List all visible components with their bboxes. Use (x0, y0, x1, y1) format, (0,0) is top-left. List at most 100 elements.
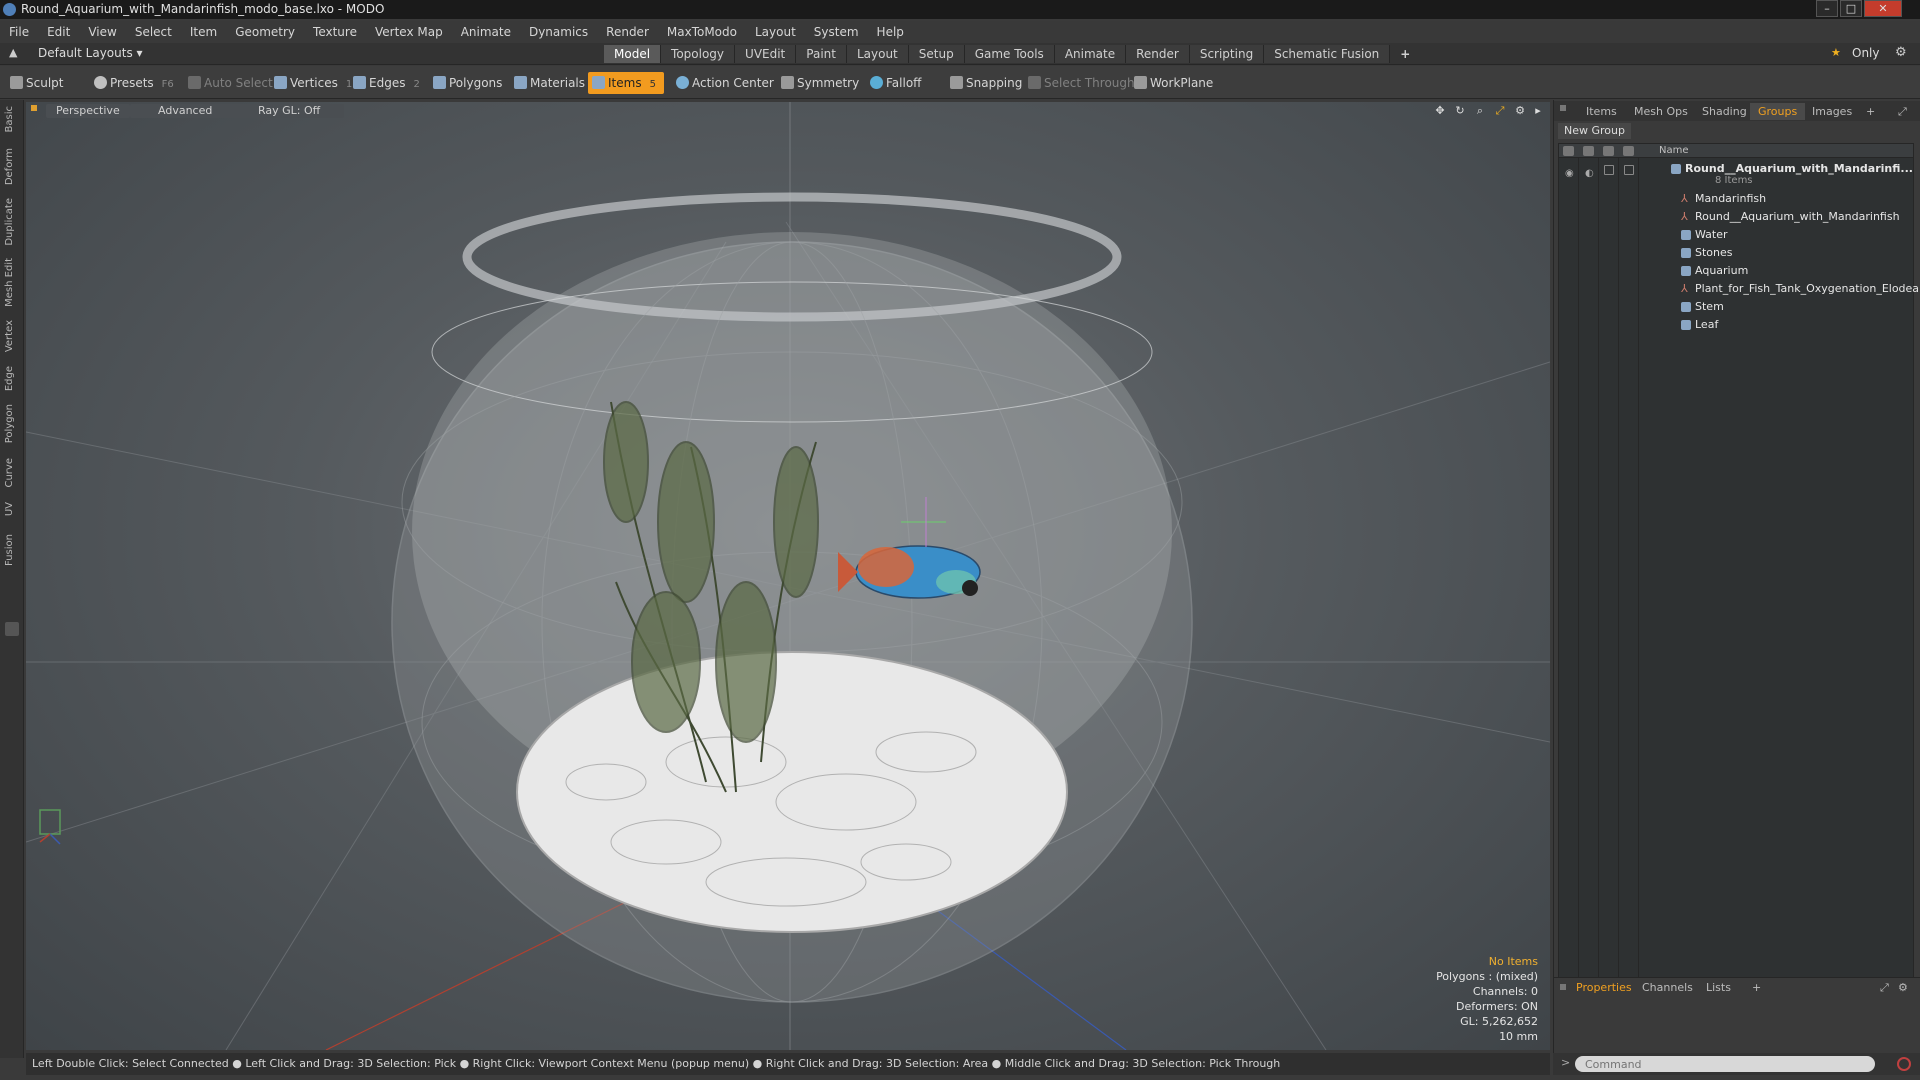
tab-schematic-fusion[interactable]: Schematic Fusion (1264, 45, 1391, 63)
vtab-deform[interactable]: Deform (4, 148, 20, 185)
eye-icon[interactable]: ◉ (1565, 165, 1574, 183)
menu-edit[interactable]: Edit (38, 21, 79, 43)
only-toggle[interactable]: Only (1852, 46, 1880, 60)
properties-expand-icon[interactable]: ⤢ (1880, 981, 1889, 995)
vtab-edge[interactable]: Edge (4, 366, 20, 391)
layout-collapse-icon[interactable]: ▲ (9, 46, 17, 59)
select-through-button[interactable]: Select Through (1024, 72, 1135, 94)
tab-channels[interactable]: Channels (1642, 981, 1693, 994)
group-row[interactable]: ◉ ◐ Round__Aquarium_with_Mandarinfi... 8… (1559, 160, 1913, 188)
menu-file[interactable]: File (0, 21, 38, 43)
list-item[interactable]: Stones (1559, 244, 1913, 262)
properties-gear-icon[interactable]: ⚙ (1898, 981, 1908, 994)
tab-images[interactable]: Images (1804, 103, 1860, 120)
snapping-button[interactable]: Snapping (946, 72, 1022, 94)
vtab-vertex[interactable]: Vertex (4, 320, 20, 352)
tab-mesh-ops[interactable]: Mesh Ops (1626, 103, 1696, 120)
vtab-mesh-edit[interactable]: Mesh Edit (4, 258, 20, 307)
maximize-button[interactable]: □ (1840, 0, 1862, 17)
edges-button[interactable]: Edges 2 (349, 72, 420, 94)
lock-column-icon[interactable] (1603, 146, 1614, 156)
visibility-column-icon[interactable] (1563, 146, 1574, 156)
tab-groups[interactable]: Groups (1750, 103, 1806, 120)
close-button[interactable]: ✕ (1864, 0, 1902, 17)
materials-button[interactable]: Materials (510, 72, 585, 94)
3d-viewport[interactable]: Perspective Advanced Ray GL: Off ✥ ↻ ⌕ ⤢… (26, 102, 1550, 1050)
list-item[interactable]: ⅄ Mandarinfish (1559, 190, 1913, 208)
action-center-button[interactable]: Action Center (672, 72, 774, 94)
items-button[interactable]: Items 5 (588, 72, 664, 94)
falloff-button[interactable]: Falloff (866, 72, 921, 94)
presets-button[interactable]: Presets F6 (90, 72, 174, 94)
menu-layout[interactable]: Layout (746, 21, 805, 43)
list-item[interactable]: ⅄ Round__Aquarium_with_Mandarinfish (1559, 208, 1913, 226)
properties-menu-icon[interactable] (1560, 984, 1566, 990)
new-group-button[interactable]: New Group (1558, 123, 1631, 139)
tab-model[interactable]: Model (604, 45, 662, 63)
vtab-fusion[interactable]: Fusion (4, 534, 20, 566)
menu-geometry[interactable]: Geometry (226, 21, 304, 43)
stones-mesh (516, 651, 1068, 933)
menu-select[interactable]: Select (126, 21, 181, 43)
command-history-icon[interactable] (1897, 1057, 1911, 1071)
command-input[interactable] (1575, 1056, 1875, 1072)
panel-expand-icon[interactable]: ⤢ (1890, 103, 1915, 120)
render-column-icon[interactable] (1583, 146, 1594, 156)
tab-shading[interactable]: Shading (1694, 103, 1755, 120)
list-item[interactable]: Leaf (1559, 316, 1913, 334)
gear-icon[interactable]: ⚙ (1895, 45, 1907, 60)
tab-setup[interactable]: Setup (908, 45, 965, 63)
workplane-button[interactable]: WorkPlane (1130, 72, 1213, 94)
tab-paint[interactable]: Paint (796, 45, 847, 63)
menu-system[interactable]: System (805, 21, 868, 43)
list-item[interactable]: Water (1559, 226, 1913, 244)
menu-item[interactable]: Item (181, 21, 226, 43)
select-column-icon[interactable] (1623, 146, 1634, 156)
panel-menu-icon[interactable] (1560, 105, 1566, 111)
tab-game-tools[interactable]: Game Tools (964, 45, 1055, 63)
symmetry-button[interactable]: Symmetry (777, 72, 859, 94)
auto-select-button[interactable]: Auto Select (184, 72, 273, 94)
tab-scripting[interactable]: Scripting (1189, 45, 1265, 63)
vtab-basic[interactable]: Basic (4, 106, 20, 132)
viewport-info: No Items Polygons : (mixed) Channels: 0 … (1436, 954, 1538, 1044)
list-item[interactable]: ⅄ Plant_for_Fish_Tank_Oxygenation_Elodea (1559, 280, 1919, 298)
vertices-button[interactable]: Vertices 1 (270, 72, 352, 94)
tab-render[interactable]: Render (1126, 45, 1190, 63)
menu-render[interactable]: Render (597, 21, 658, 43)
list-item[interactable]: Stem (1559, 298, 1913, 316)
render-toggle-icon[interactable]: ◐ (1585, 165, 1594, 183)
menu-vertex-map[interactable]: Vertex Map (366, 21, 452, 43)
tab-layout[interactable]: Layout (846, 45, 909, 63)
vtab-curve[interactable]: Curve (4, 458, 20, 488)
select-checkbox[interactable] (1624, 165, 1634, 175)
lock-checkbox[interactable] (1604, 165, 1614, 175)
vtab-polygon[interactable]: Polygon (4, 404, 20, 443)
items-icon (592, 76, 605, 89)
menu-maxtomodo[interactable]: MaxToModo (658, 21, 746, 43)
sculpt-button[interactable]: Sculpt (6, 72, 63, 94)
menu-animate[interactable]: Animate (452, 21, 520, 43)
tab-animate[interactable]: Animate (1054, 45, 1127, 63)
add-tab-button[interactable]: + (1390, 45, 1420, 63)
info-items: No Items (1488, 955, 1538, 968)
minimize-button[interactable]: – (1816, 0, 1838, 17)
menu-help[interactable]: Help (868, 21, 913, 43)
add-panel-tab-button[interactable]: + (1858, 103, 1883, 120)
layout-selector[interactable]: Default Layouts ▾ (38, 46, 143, 60)
tab-lists[interactable]: Lists (1706, 981, 1731, 994)
tab-items[interactable]: Items (1578, 103, 1625, 120)
list-item[interactable]: Aquarium (1559, 262, 1913, 280)
strip-toggle-button[interactable] (5, 622, 19, 636)
tab-uvedit[interactable]: UVEdit (735, 45, 797, 63)
polygons-button[interactable]: Polygons (429, 72, 502, 94)
vertices-icon (274, 76, 287, 89)
vtab-duplicate[interactable]: Duplicate (4, 198, 20, 246)
menu-texture[interactable]: Texture (304, 21, 366, 43)
vtab-uv[interactable]: UV (4, 502, 20, 516)
tab-properties[interactable]: Properties (1576, 981, 1632, 994)
menu-dynamics[interactable]: Dynamics (520, 21, 597, 43)
add-properties-tab-button[interactable]: + (1752, 981, 1761, 994)
tab-topology[interactable]: Topology (661, 45, 736, 63)
menu-view[interactable]: View (79, 21, 125, 43)
